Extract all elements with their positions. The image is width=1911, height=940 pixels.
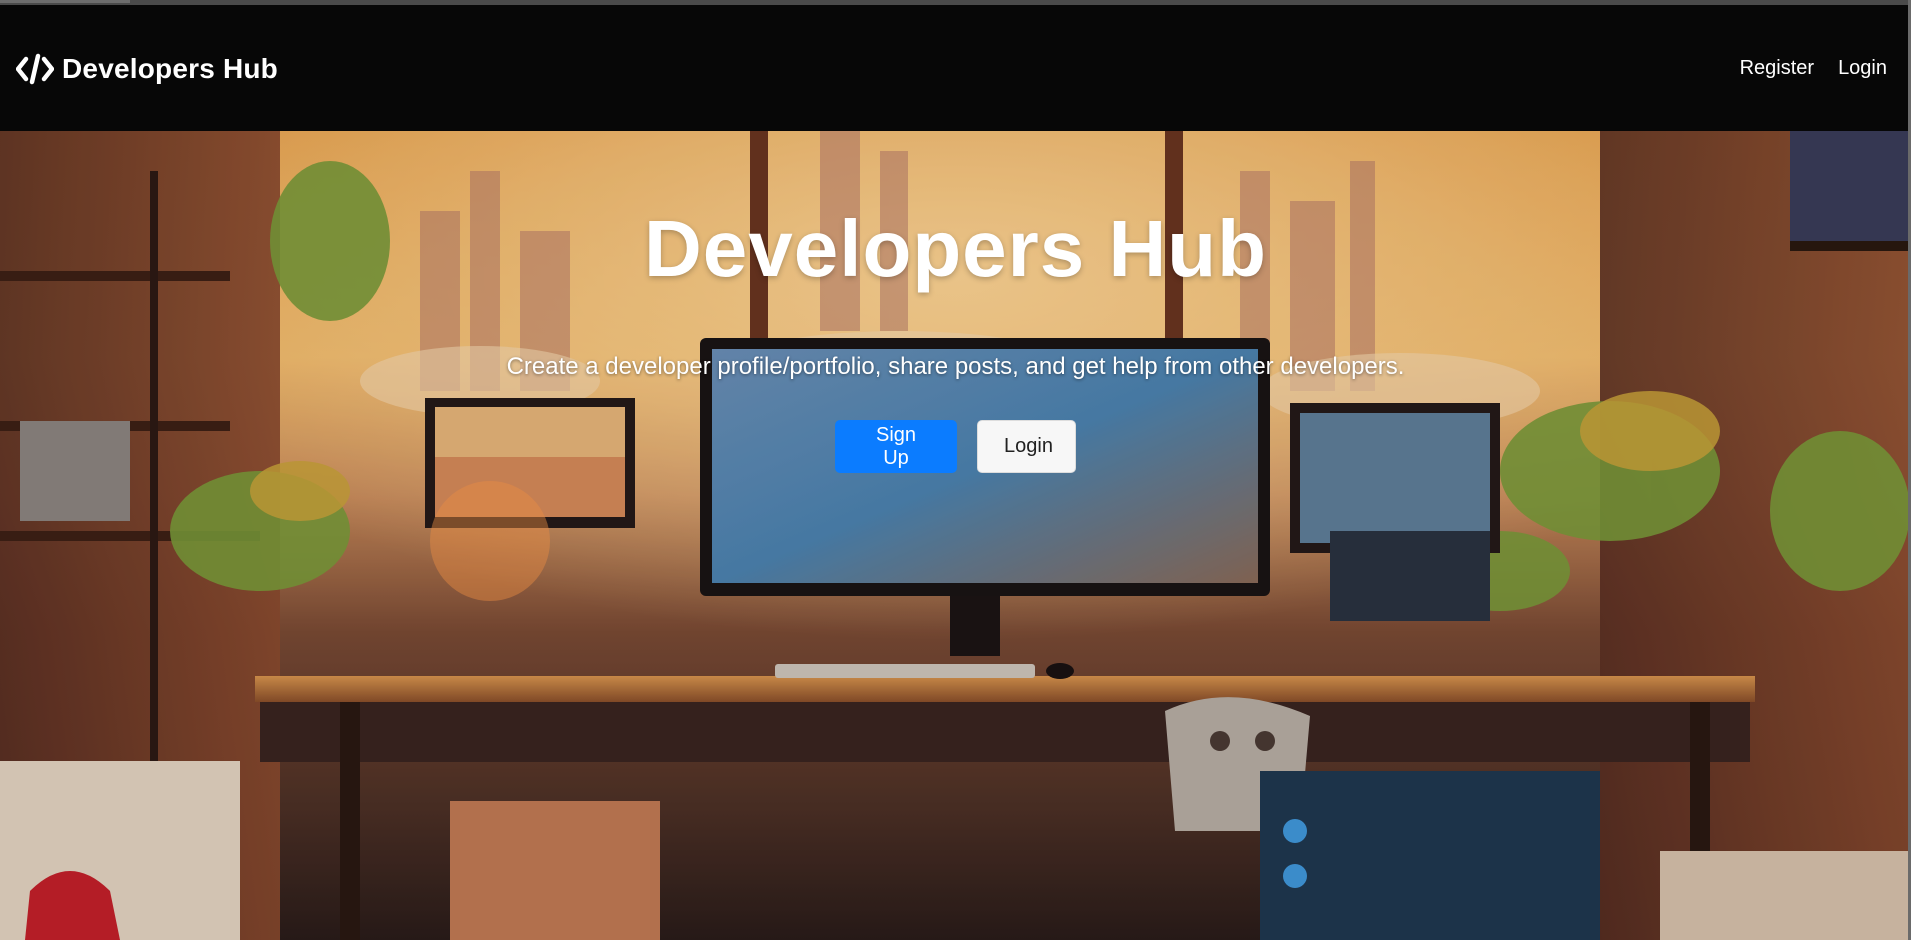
hero-content: Developers Hub Create a developer profil… [0, 131, 1911, 940]
brand-link[interactable]: Developers Hub [16, 53, 278, 85]
nav-register-link[interactable]: Register [1740, 57, 1814, 80]
browser-viewport: Developers Hub Register Login Developers… [0, 5, 1911, 940]
hero-title: Developers Hub [643, 204, 1268, 293]
navbar: Developers Hub Register Login [0, 5, 1911, 131]
login-button[interactable]: Login [977, 420, 1076, 473]
signup-button[interactable]: Sign Up [835, 420, 957, 473]
hero-lead: Create a developer profile/portfolio, sh… [506, 353, 1405, 380]
nav-links: Register Login [1740, 57, 1887, 80]
brand-text: Developers Hub [62, 53, 278, 84]
hero-section: Developers Hub Create a developer profil… [0, 131, 1911, 940]
window-tab-indicator [0, 0, 130, 3]
code-icon [16, 53, 54, 85]
hero-buttons: Sign Up Login [0, 420, 1911, 473]
nav-login-link[interactable]: Login [1838, 57, 1887, 80]
